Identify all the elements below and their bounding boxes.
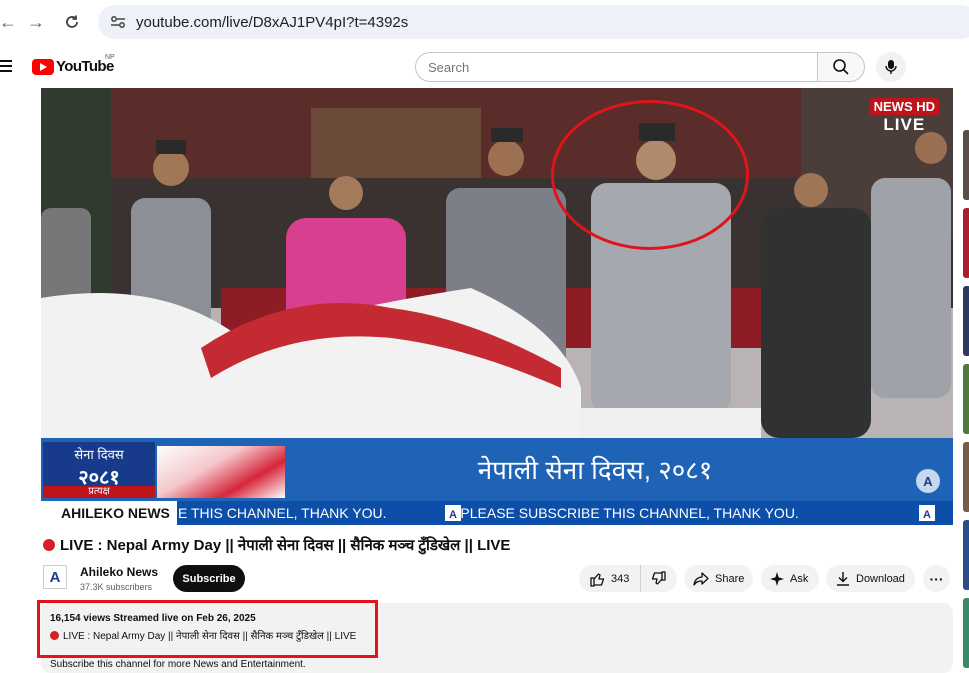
channel-brand: NEWS HD — [869, 98, 939, 115]
back-arrow-icon[interactable]: ← — [0, 8, 22, 36]
address-bar[interactable]: youtube.com/live/D8xAJ1PV4pI?t=4392s — [98, 5, 969, 39]
subscriber-count: 37.3K subscribers — [80, 582, 153, 592]
video-title-text: LIVE : Nepal Army Day || नेपाली सेना दिव… — [60, 537, 511, 554]
subscribe-button[interactable]: Subscribe — [173, 565, 245, 592]
ticker-logo-icon: A — [445, 505, 461, 521]
reload-icon[interactable] — [58, 8, 86, 36]
channel-avatar[interactable]: A — [43, 565, 67, 589]
download-label: Download — [856, 572, 905, 585]
svg-text:A: A — [923, 474, 933, 489]
share-icon — [693, 571, 709, 586]
url-text: youtube.com/live/D8xAJ1PV4pI?t=4392s — [136, 13, 409, 31]
ask-button[interactable]: Ask — [761, 565, 819, 592]
live-badge: NEWS HD LIVE — [869, 98, 939, 135]
like-count: 343 — [611, 572, 630, 585]
ticker-message: E THIS CHANNEL, THANK YOU. — [178, 505, 387, 521]
browser-toolbar: ← → youtube.com/live/D8xAJ1PV4pI?t=4392s — [0, 0, 969, 44]
download-icon — [837, 572, 849, 586]
svg-text:A: A — [923, 509, 931, 521]
flag-graphic — [157, 446, 285, 498]
youtube-logo[interactable]: YouTube — [32, 58, 114, 75]
search-placeholder: Search — [428, 59, 470, 75]
video-title: LIVE : Nepal Army Day || नेपाली सेना दिव… — [43, 535, 510, 555]
svg-text:A: A — [449, 509, 457, 521]
sidebar-thumbnail[interactable] — [963, 364, 969, 434]
search-button[interactable] — [817, 52, 865, 82]
sidebar-thumbnail[interactable] — [963, 442, 969, 512]
news-ticker: AHILEKO NEWS E THIS CHANNEL, THANK YOU. … — [41, 501, 953, 525]
channel-watermark-icon: A — [916, 469, 940, 493]
more-actions-icon[interactable]: ··· — [923, 565, 950, 592]
ticker-text: E THIS CHANNEL, THANK YOU. PLEASE SUBSCR… — [178, 501, 869, 525]
thumbs-up-icon — [590, 572, 605, 587]
sidebar-thumbnail[interactable] — [963, 520, 969, 590]
voice-search-button[interactable] — [876, 52, 906, 82]
share-button[interactable]: Share — [684, 565, 753, 592]
forward-arrow-icon[interactable]: → — [22, 8, 50, 36]
video-player[interactable]: NEWS HD LIVE सेना दिवस २०८१ प्रत्यक्ष ने… — [41, 88, 953, 525]
menu-icon[interactable] — [0, 60, 12, 72]
sidebar-thumbnail[interactable] — [963, 130, 969, 200]
youtube-header: YouTube NP Search — [0, 44, 969, 90]
sparkle-icon — [770, 571, 784, 586]
like-button[interactable]: 343 — [579, 565, 641, 592]
site-settings-icon[interactable] — [108, 12, 128, 32]
youtube-play-icon — [32, 58, 54, 75]
highlight-circle — [551, 100, 749, 250]
highlight-rectangle — [37, 600, 378, 658]
ticker-logo-icon: A — [919, 505, 935, 521]
channel-row: A Ahileko News 37.3K subscribers Subscri… — [43, 563, 955, 597]
sidebar-thumbnail[interactable] — [963, 286, 969, 356]
event-date-box: सेना दिवस २०८१ प्रत्यक्ष — [43, 442, 155, 498]
dislike-button[interactable] — [641, 565, 677, 592]
search-icon — [833, 59, 849, 75]
ticker-message: PLEASE SUBSCRIBE THIS CHANNEL, THANK YOU… — [460, 505, 799, 521]
lower-third-title: नेपाली सेना दिवस, २०८१ — [477, 455, 713, 485]
sidebar-thumbnail[interactable] — [963, 598, 969, 668]
event-name: सेना दिवस — [74, 447, 124, 462]
ask-label: Ask — [790, 572, 809, 585]
event-live-label: प्रत्यक्ष — [43, 486, 155, 498]
search-input[interactable]: Search — [415, 52, 817, 82]
lower-third-banner: सेना दिवस २०८१ प्रत्यक्ष नेपाली सेना दिव… — [41, 438, 953, 501]
microphone-icon — [885, 60, 897, 74]
live-dot-icon — [43, 539, 55, 551]
sidebar-thumbnail[interactable] — [963, 208, 969, 278]
region-code: NP — [105, 54, 115, 61]
download-button[interactable]: Download — [826, 565, 915, 592]
live-label: LIVE — [883, 115, 926, 134]
thumbs-down-icon — [651, 570, 666, 585]
description-text: Subscribe this channel for more News and… — [50, 659, 306, 670]
like-dislike-group: 343 — [579, 565, 677, 592]
ticker-brand: AHILEKO NEWS — [41, 501, 177, 525]
share-label: Share — [715, 572, 745, 585]
channel-name[interactable]: Ahileko News — [80, 565, 158, 579]
